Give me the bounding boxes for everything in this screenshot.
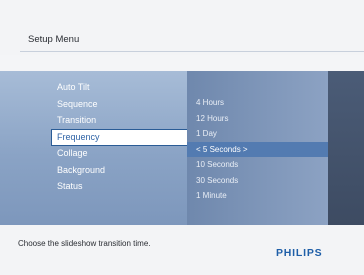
header-divider (20, 51, 364, 52)
option-4-hours[interactable]: 4 Hours (187, 95, 328, 111)
option-5-seconds[interactable]: < 5 Seconds > (187, 141, 328, 157)
menu-list-panel: Auto Tilt Sequence Transition Frequency … (0, 71, 193, 225)
option-1-day[interactable]: 1 Day (187, 126, 328, 142)
footer: Choose the slideshow transition time. PH… (0, 225, 364, 275)
menu-item-collage[interactable]: Collage (57, 145, 187, 162)
brand-logo: PHILIPS (276, 247, 323, 259)
setup-screen: Setup Menu Auto Tilt Sequence Transition… (0, 0, 364, 275)
menu-panel: Auto Tilt Sequence Transition Frequency … (0, 71, 364, 225)
menu-item-background[interactable]: Background (57, 162, 187, 179)
menu-item-status[interactable]: Status (57, 178, 187, 195)
help-text: Choose the slideshow transition time. (18, 239, 151, 248)
page-title: Setup Menu (28, 34, 80, 45)
option-30-seconds[interactable]: 30 Seconds (187, 173, 328, 189)
option-10-seconds[interactable]: 10 Seconds (187, 157, 328, 173)
header: Setup Menu (0, 0, 364, 55)
setup-menu-list: Auto Tilt Sequence Transition Frequency … (51, 79, 193, 195)
menu-item-transition[interactable]: Transition (57, 112, 187, 129)
option-12-hours[interactable]: 12 Hours (187, 111, 328, 127)
menu-item-sequence[interactable]: Sequence (57, 96, 187, 113)
menu-item-auto-tilt[interactable]: Auto Tilt (57, 79, 187, 96)
frequency-options-list: 4 Hours 12 Hours 1 Day < 5 Seconds > 10 … (187, 95, 328, 204)
menu-item-frequency[interactable]: Frequency (51, 128, 193, 145)
side-panel (328, 71, 364, 225)
option-1-minute[interactable]: 1 Minute (187, 188, 328, 204)
